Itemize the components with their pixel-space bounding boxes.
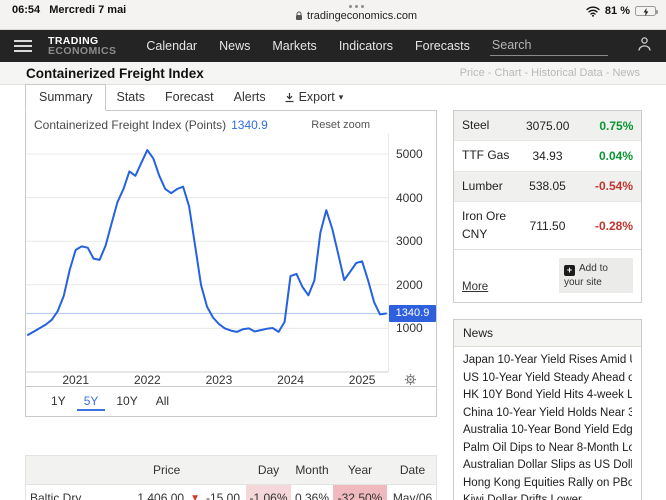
site-logo[interactable]: TRADING ECONOMICS bbox=[48, 36, 116, 56]
battery-icon bbox=[635, 6, 656, 16]
row-date: May/06 bbox=[387, 485, 438, 500]
export-button[interactable]: Export ▾ bbox=[276, 85, 352, 110]
main-nav: TRADING ECONOMICS Calendar News Markets … bbox=[0, 30, 666, 62]
user-account-icon[interactable] bbox=[637, 36, 652, 57]
plus-icon: + bbox=[564, 265, 575, 276]
row-label[interactable]: Baltic Dry bbox=[26, 485, 131, 500]
col-year: Year bbox=[333, 456, 387, 484]
nav-link-indicators[interactable]: Indicators bbox=[339, 39, 393, 53]
price-change: -15.00 bbox=[206, 491, 240, 500]
chevron-down-icon: ▾ bbox=[339, 92, 344, 103]
commodity-row-steel[interactable]: Steel 3075.00 0.75% bbox=[454, 111, 641, 141]
download-icon bbox=[284, 92, 295, 103]
price-table-header: Price Day Month Year Date bbox=[26, 456, 436, 485]
add-to-site-button[interactable]: +Add to your site bbox=[559, 258, 633, 294]
news-link[interactable]: Australia 10-Year Bond Yield Edges Do... bbox=[463, 422, 632, 439]
page-title: Containerized Freight Index bbox=[26, 66, 204, 81]
related-price-table: Price Day Month Year Date Baltic Dry 1,4… bbox=[25, 455, 437, 500]
status-time: 06:54 bbox=[12, 4, 40, 16]
col-month: Month bbox=[291, 456, 333, 484]
tab-forecast[interactable]: Forecast bbox=[155, 85, 224, 110]
hamburger-menu-icon[interactable] bbox=[14, 40, 32, 52]
line-chart[interactable] bbox=[26, 134, 388, 374]
wifi-icon bbox=[586, 6, 600, 17]
news-link[interactable]: Kiwi Dollar Drifts Lower bbox=[463, 492, 632, 500]
year-change: -32.50% bbox=[333, 485, 387, 500]
chart-plot-area[interactable]: 10002000300040005000 1340.9 202120222023… bbox=[26, 134, 436, 386]
news-link[interactable]: China 10-Year Yield Holds Near 3-Mont... bbox=[463, 405, 632, 422]
range-all[interactable]: All bbox=[149, 392, 176, 411]
status-bar: 06:54 Mercredi 7 mai tradingeconomics.co… bbox=[0, 0, 666, 30]
chart-title: Containerized Freight Index (Points) bbox=[34, 118, 226, 132]
price-down-triangle-icon: ▼ bbox=[190, 493, 200, 500]
status-date: Mercredi 7 mai bbox=[49, 4, 126, 16]
tab-alerts[interactable]: Alerts bbox=[224, 85, 276, 110]
commodities-more-link[interactable]: More bbox=[462, 281, 488, 293]
commodity-row-iron-ore[interactable]: Iron Ore CNY 711.50 -0.28% bbox=[454, 202, 641, 250]
news-link[interactable]: HK 10Y Bond Yield Hits 4-week Low bbox=[463, 387, 632, 404]
range-selector: 1Y 5Y 10Y All bbox=[26, 386, 436, 416]
page-title-bar: Containerized Freight Index Price - Char… bbox=[0, 62, 666, 85]
table-row-baltic-dry[interactable]: Baltic Dry 1,406.00 ▼ -15.00 -1.06% 0.36… bbox=[26, 485, 436, 500]
news-link[interactable]: US 10-Year Yield Steady Ahead of Fed ... bbox=[463, 370, 632, 387]
lock-icon bbox=[295, 11, 303, 21]
commodity-row-ttf-gas[interactable]: TTF Gas 34.93 0.04% bbox=[454, 141, 641, 171]
news-widget-title: News bbox=[454, 320, 641, 347]
chart-settings-gear-icon[interactable] bbox=[404, 373, 417, 391]
x-axis-labels: 20212022202320242025 bbox=[26, 372, 388, 386]
col-day: Day bbox=[246, 456, 291, 484]
news-widget: News Japan 10-Year Yield Rises Amid US-C… bbox=[453, 319, 642, 500]
chart-card: Containerized Freight Index (Points) 134… bbox=[25, 111, 437, 417]
status-time-date: 06:54 Mercredi 7 mai bbox=[12, 3, 126, 16]
search-input[interactable] bbox=[490, 36, 608, 55]
news-link[interactable]: Japan 10-Year Yield Rises Amid US-Chi... bbox=[463, 352, 632, 369]
battery-percent: 81 % bbox=[605, 5, 630, 17]
month-change: 0.36% bbox=[291, 485, 333, 500]
nav-link-markets[interactable]: Markets bbox=[272, 39, 316, 53]
nav-link-forecasts[interactable]: Forecasts bbox=[415, 39, 470, 53]
news-link[interactable]: Australian Dollar Slips as US Dollar ... bbox=[463, 457, 632, 474]
col-price: Price bbox=[131, 456, 246, 484]
address-bar[interactable]: tradingeconomics.com bbox=[295, 10, 417, 22]
range-10y[interactable]: 10Y bbox=[109, 392, 144, 411]
nav-link-news[interactable]: News bbox=[219, 39, 250, 53]
news-link[interactable]: Palm Oil Dips to Near 8-Month Low bbox=[463, 440, 632, 457]
summary-tabs: Summary Stats Forecast Alerts Export ▾ bbox=[25, 85, 437, 111]
reset-zoom-button[interactable]: Reset zoom bbox=[311, 119, 370, 131]
breadcrumb[interactable]: Price - Chart - Historical Data - News bbox=[460, 67, 640, 79]
price-value: 1,406.00 bbox=[137, 491, 184, 500]
address-url: tradingeconomics.com bbox=[307, 10, 417, 22]
commodities-widget: Steel 3075.00 0.75% TTF Gas 34.93 0.04% … bbox=[453, 110, 642, 303]
tab-summary[interactable]: Summary bbox=[25, 84, 106, 111]
chart-current-value: 1340.9 bbox=[231, 118, 268, 132]
screen: 06:54 Mercredi 7 mai tradingeconomics.co… bbox=[0, 0, 666, 500]
nav-link-calendar[interactable]: Calendar bbox=[146, 39, 197, 53]
news-link[interactable]: Hong Kong Equities Rally on PBoC Easi... bbox=[463, 475, 632, 492]
range-5y[interactable]: 5Y bbox=[77, 392, 106, 411]
tab-overview-dots-icon[interactable] bbox=[349, 3, 364, 8]
y-axis-labels: 10002000300040005000 bbox=[388, 134, 436, 372]
range-1y[interactable]: 1Y bbox=[44, 392, 73, 411]
commodity-row-lumber[interactable]: Lumber 538.05 -0.54% bbox=[454, 172, 641, 202]
tab-stats[interactable]: Stats bbox=[106, 85, 155, 110]
current-value-badge: 1340.9 bbox=[389, 305, 436, 322]
day-change: -1.06% bbox=[246, 485, 291, 500]
col-date: Date bbox=[387, 456, 438, 484]
